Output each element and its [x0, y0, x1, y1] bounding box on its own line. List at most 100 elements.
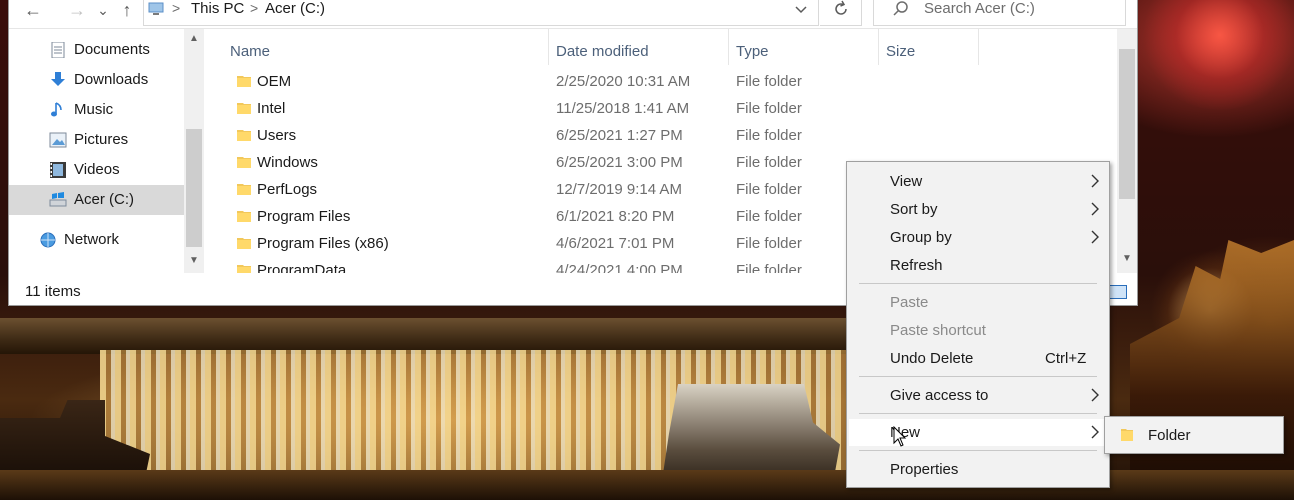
scroll-down-icon[interactable]: ▼: [187, 255, 201, 269]
details-view-icon[interactable]: [1107, 285, 1127, 299]
nav-item-downloads[interactable]: Downloads: [9, 65, 184, 95]
chevron-right-icon: [1091, 425, 1099, 439]
chevron-right-icon: [1091, 230, 1099, 244]
nav-item-label: Pictures: [74, 131, 129, 148]
menu-item-label: Refresh: [890, 257, 943, 274]
menu-item-undo-delete[interactable]: Undo Delete Ctrl+Z: [849, 345, 1107, 372]
file-name: Intel: [257, 100, 286, 117]
file-type: File folder: [736, 100, 802, 117]
nav-item-label: Network: [64, 231, 120, 248]
file-type: File folder: [736, 262, 802, 273]
menu-item-label: Properties: [890, 461, 959, 478]
column-header-name[interactable]: Name: [209, 29, 549, 69]
folder-icon: [237, 76, 251, 87]
music-icon: [51, 102, 62, 117]
nav-item-music[interactable]: Music: [9, 95, 184, 125]
navigation-bar: ← → ⌄ ↑ > This PC > Acer (C:) Search Ace…: [9, 0, 1137, 29]
folder-icon: [237, 265, 251, 273]
pictures-icon: [49, 132, 67, 148]
breadcrumb-acer-c[interactable]: Acer (C:): [265, 0, 325, 17]
menu-item-label: Paste: [890, 294, 929, 311]
table-row[interactable]: Users 6/25/2021 1:27 PM File folder: [209, 122, 1117, 149]
nav-pane-scrollbar[interactable]: ▲ ▼: [184, 29, 204, 273]
folder-icon: [237, 130, 251, 141]
search-placeholder: Search Acer (C:): [924, 0, 1035, 17]
back-arrow-icon: ←: [24, 0, 42, 20]
table-row[interactable]: OEM 2/25/2020 10:31 AM File folder: [209, 68, 1117, 95]
column-divider[interactable]: [978, 29, 979, 65]
menu-item-properties[interactable]: Properties: [849, 456, 1107, 483]
file-date: 12/7/2019 9:14 AM: [556, 181, 682, 198]
folder-icon: [237, 238, 251, 249]
folder-icon: [237, 157, 251, 168]
nav-item-label: Videos: [74, 161, 120, 178]
forward-arrow-icon: →: [68, 0, 86, 20]
menu-item-label: Group by: [890, 229, 952, 246]
folder-icon: [237, 103, 251, 114]
network-icon: [40, 232, 56, 248]
breadcrumb-separator: >: [172, 0, 181, 16]
column-header-size[interactable]: Size: [879, 29, 979, 69]
menu-item-sort-by[interactable]: Sort by: [849, 196, 1107, 223]
mouse-cursor-icon: [893, 426, 907, 447]
column-header-label: Type: [736, 43, 769, 60]
menu-item-paste[interactable]: Paste: [849, 289, 1107, 316]
menu-item-view[interactable]: View: [849, 168, 1107, 195]
file-type: File folder: [736, 154, 802, 171]
forward-button[interactable]: →: [65, 1, 89, 23]
nav-item-network[interactable]: Network: [9, 225, 184, 255]
up-arrow-icon: ↑: [122, 0, 132, 20]
menu-separator: [859, 450, 1097, 451]
scrollbar-thumb[interactable]: [186, 129, 202, 247]
address-bar[interactable]: > This PC > Acer (C:): [143, 0, 819, 26]
file-date: 4/6/2021 7:01 PM: [556, 235, 675, 252]
table-row[interactable]: Intel 11/25/2018 1:41 AM File folder: [209, 95, 1117, 122]
menu-item-refresh[interactable]: Refresh: [849, 252, 1107, 279]
chevron-down-icon[interactable]: [794, 3, 808, 17]
documents-icon: [51, 42, 65, 58]
scroll-down-icon[interactable]: ▼: [1120, 253, 1134, 267]
scroll-up-icon[interactable]: ▲: [187, 33, 201, 47]
menu-item-shortcut: Ctrl+Z: [1045, 350, 1087, 367]
downloads-icon: [51, 72, 65, 86]
nav-item-pictures[interactable]: Pictures: [9, 125, 184, 155]
file-name: Program Files (x86): [257, 235, 389, 252]
file-date: 6/25/2021 3:00 PM: [556, 154, 683, 171]
column-header-type[interactable]: Type: [729, 29, 879, 69]
file-date: 11/25/2018 1:41 AM: [556, 100, 690, 117]
scrollbar-thumb[interactable]: [1119, 49, 1135, 199]
nav-item-videos[interactable]: Videos: [9, 155, 184, 185]
file-name: Program Files: [257, 208, 351, 225]
nav-item-acer-c[interactable]: Acer (C:): [9, 185, 184, 215]
refresh-button[interactable]: [820, 0, 862, 26]
chevron-right-icon: [1091, 202, 1099, 216]
nav-item-documents[interactable]: Documents: [9, 35, 184, 65]
file-type: File folder: [736, 73, 802, 90]
file-list-scrollbar[interactable]: ▼: [1117, 29, 1137, 273]
up-button[interactable]: ↑: [115, 1, 139, 23]
column-header-label: Size: [886, 43, 916, 60]
new-submenu: Folder: [1104, 416, 1284, 454]
drive-icon: [49, 192, 67, 207]
menu-separator: [859, 376, 1097, 377]
menu-item-give-access-to[interactable]: Give access to: [849, 382, 1107, 409]
menu-item-paste-shortcut[interactable]: Paste shortcut: [849, 317, 1107, 344]
submenu-item-label: Folder: [1148, 427, 1191, 444]
column-header-label: Name: [230, 43, 271, 60]
menu-item-label: Sort by: [890, 201, 938, 218]
menu-item-group-by[interactable]: Group by: [849, 224, 1107, 251]
menu-item-label: View: [890, 173, 923, 190]
back-button[interactable]: ←: [21, 1, 45, 23]
nav-item-label: Documents: [74, 41, 150, 58]
file-date: 2/25/2020 10:31 AM: [556, 73, 691, 90]
submenu-item-folder[interactable]: Folder: [1107, 421, 1281, 449]
search-icon: [893, 1, 908, 16]
item-count: 11 items: [25, 283, 81, 300]
search-input[interactable]: Search Acer (C:): [873, 0, 1126, 26]
menu-item-new[interactable]: New: [849, 419, 1107, 446]
menu-item-label: Undo Delete: [890, 350, 974, 367]
column-header-date[interactable]: Date modified: [549, 29, 729, 69]
recent-locations-button[interactable]: ⌄: [91, 1, 115, 23]
breadcrumb-this-pc[interactable]: This PC: [191, 0, 244, 17]
folder-icon: [1121, 429, 1133, 441]
